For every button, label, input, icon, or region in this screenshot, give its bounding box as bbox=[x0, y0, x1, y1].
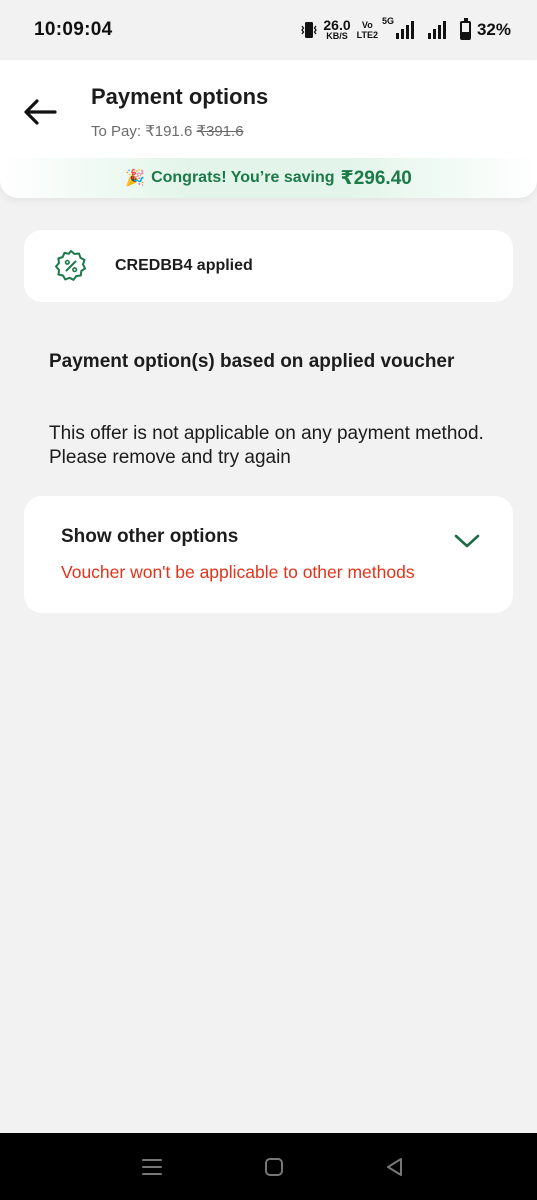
original-amount: ₹391.6 bbox=[196, 123, 244, 140]
show-other-options-card[interactable]: Show other options Voucher won't be appl… bbox=[24, 496, 513, 613]
arrow-left-icon bbox=[24, 99, 57, 125]
signal-bars-icon bbox=[427, 21, 446, 39]
home-square-icon bbox=[264, 1157, 283, 1176]
back-triangle-icon bbox=[387, 1157, 402, 1176]
discount-badge-icon bbox=[55, 250, 86, 281]
savings-text: Congrats! You’re saving bbox=[151, 169, 335, 186]
page-title: Payment options bbox=[91, 84, 269, 109]
volte-indicator: Vo LTE2 bbox=[356, 20, 378, 40]
party-popper-icon: 🎉 bbox=[125, 170, 146, 187]
section-heading: Payment option(s) based on applied vouch… bbox=[49, 351, 455, 372]
back-button[interactable] bbox=[20, 92, 60, 132]
menu-icon bbox=[142, 1158, 162, 1175]
status-bar: 10:09:04 26.0 KB/S Vo LTE2 5G 32% bbox=[0, 0, 537, 60]
menu-button[interactable] bbox=[140, 1155, 164, 1179]
savings-amount: ₹296.40 bbox=[340, 167, 412, 189]
signal-bars-icon bbox=[395, 21, 414, 39]
system-back-button[interactable] bbox=[383, 1155, 407, 1179]
voucher-warning-text: Voucher won't be applicable to other met… bbox=[61, 562, 415, 582]
header: Payment options To Pay: ₹191.6 ₹391.6 🎉 … bbox=[0, 60, 537, 198]
show-other-options-title: Show other options bbox=[61, 526, 239, 547]
net-speed: 26.0 KB/S bbox=[323, 17, 351, 41]
system-nav-bar bbox=[0, 1133, 537, 1200]
chevron-down-icon[interactable] bbox=[453, 532, 481, 550]
vibrate-icon bbox=[301, 22, 318, 38]
battery-icon bbox=[459, 17, 471, 40]
to-pay-amount: ₹191.6 bbox=[145, 123, 193, 140]
signal-5g: 5G bbox=[382, 17, 414, 39]
voucher-label: CREDBB4 applied bbox=[115, 257, 253, 274]
voucher-applied-card: CREDBB4 applied bbox=[24, 230, 513, 302]
home-button[interactable] bbox=[262, 1155, 286, 1179]
not-applicable-message: This offer is not applicable on any paym… bbox=[49, 423, 484, 468]
savings-banner: 🎉 Congrats! You’re saving ₹296.40 bbox=[0, 158, 537, 198]
battery-percent: 32% bbox=[476, 20, 511, 39]
to-pay-summary: To Pay: ₹191.6 ₹391.6 bbox=[91, 122, 244, 140]
to-pay-label: To Pay: bbox=[91, 123, 146, 140]
status-time: 10:09:04 bbox=[34, 19, 113, 40]
status-icons: 26.0 KB/S Vo LTE2 5G 32% bbox=[301, 17, 511, 41]
